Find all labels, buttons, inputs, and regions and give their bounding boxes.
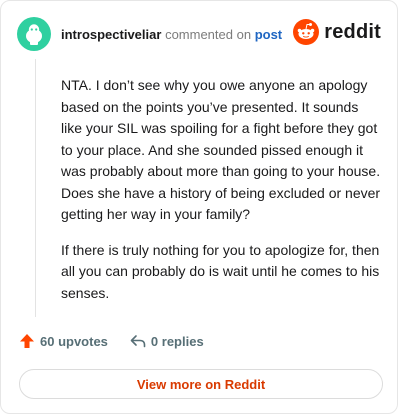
commented-on-text: commented on: [165, 26, 252, 42]
view-more-on-reddit-button[interactable]: View more on Reddit: [19, 369, 383, 399]
comment-header: introspectiveliar commented on post redd…: [17, 17, 381, 51]
upvotes-button[interactable]: 60 upvotes: [19, 333, 108, 349]
user-avatar[interactable]: [17, 17, 51, 51]
comment-actions: 60 upvotes 0 replies: [19, 333, 226, 349]
thread-line: [35, 59, 36, 317]
reply-arrow-icon: [130, 335, 146, 348]
upvotes-count: 60 upvotes: [40, 333, 108, 349]
reddit-wordmark: reddit: [324, 20, 381, 43]
reddit-logo[interactable]: reddit: [293, 19, 381, 45]
reddit-comment-embed-card: introspectiveliar commented on post redd…: [0, 0, 398, 414]
post-link[interactable]: post: [255, 27, 282, 42]
replies-count: 0 replies: [150, 333, 204, 349]
comment-paragraph: NTA. I don’t see why you owe anyone an a…: [61, 77, 381, 222]
reddit-snoo-icon: [293, 19, 320, 45]
replies-button[interactable]: 0 replies: [130, 333, 204, 349]
comment-paragraph: If there is truly nothing for you to apo…: [61, 241, 380, 301]
username-link[interactable]: introspectiveliar: [61, 27, 161, 42]
snoo-avatar-icon: [26, 24, 42, 45]
upvote-arrow-icon: [20, 334, 34, 348]
comment-byline: introspectiveliar commented on post: [61, 27, 282, 42]
comment-body: NTA. I don’t see why you owe anyone an a…: [61, 75, 381, 318]
